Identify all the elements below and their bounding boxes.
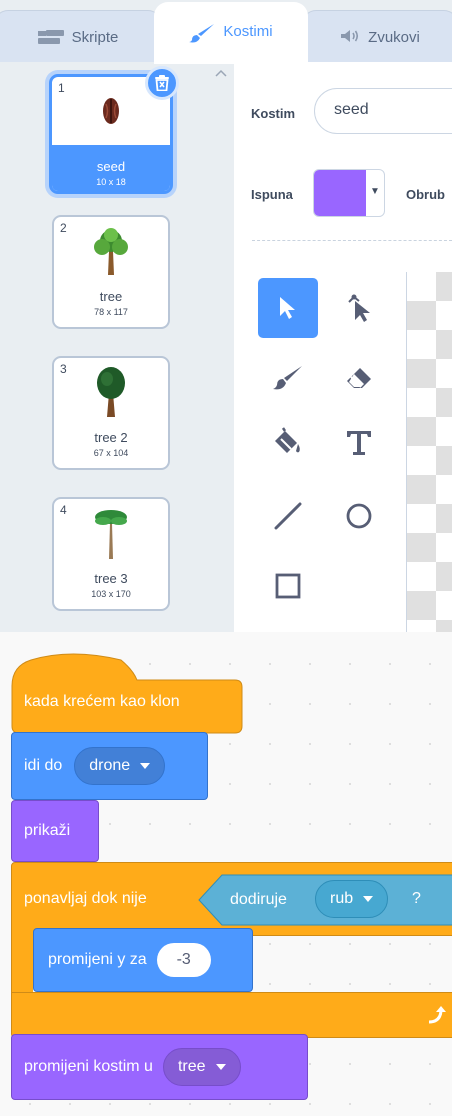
fill-color-swatch <box>314 170 366 216</box>
tab-bar: Skripte Zvukovi Kostimi <box>0 0 452 66</box>
line-tool-button[interactable] <box>258 486 318 546</box>
speaker-icon <box>340 29 360 47</box>
costume-number: 2 <box>60 221 67 235</box>
dropdown-arrow-icon <box>140 763 151 769</box>
costume-thumbnail <box>54 499 168 567</box>
brush-tool-button[interactable] <box>258 348 318 408</box>
paint-bucket-icon <box>275 427 300 453</box>
tab-sounds[interactable]: Zvukovi <box>302 10 452 66</box>
fill-color-picker[interactable]: ▼ <box>313 169 385 217</box>
touching-target: rub <box>330 890 354 907</box>
trash-icon <box>155 75 169 91</box>
script-area: kada krećem kao klon idi do drone prikaž… <box>0 632 452 1116</box>
go-to-label: idi do <box>24 757 63 774</box>
loop-arrow-icon <box>428 1006 446 1024</box>
scroll-up-icon[interactable] <box>215 66 227 77</box>
tree-2-image <box>97 367 125 417</box>
brush-icon <box>189 23 215 47</box>
change-y-input[interactable]: -3 <box>156 943 211 977</box>
costume-name-label: Kostim <box>251 106 296 121</box>
costume-list: 1 seed 10 x 18 2 tree 78 x 117 3 tree 2 … <box>0 62 208 632</box>
repeat-until-bottom <box>11 992 452 1038</box>
costume-name-input[interactable]: seed <box>314 88 452 134</box>
switch-costume-label: promijeni kostim u <box>24 1058 153 1075</box>
rectangle-tool-button[interactable] <box>258 556 318 616</box>
circle-icon <box>346 503 372 529</box>
costume-editor-panel: Skripte Zvukovi Kostimi 1 seed 10 x 18 2… <box>0 0 452 632</box>
costume-size: 78 x 117 <box>94 307 128 317</box>
costume-name: tree 3 <box>94 571 128 586</box>
costume-thumbnail <box>54 358 168 426</box>
hat-block-label: kada krećem kao klon <box>24 693 180 710</box>
costume-number: 4 <box>60 503 67 517</box>
dropdown-arrow-icon <box>215 1064 226 1070</box>
fill-label: Ispuna <box>251 187 293 202</box>
tree-3-image <box>95 510 127 559</box>
switch-costume-block[interactable]: promijeni kostim u tree <box>11 1034 308 1100</box>
show-label: prikaži <box>24 822 71 839</box>
costume-card-tree-2[interactable]: 3 tree 2 67 x 104 <box>52 356 170 470</box>
costume-number: 1 <box>58 81 65 95</box>
switch-costume-dropdown[interactable]: tree <box>162 1048 241 1086</box>
toolbar-divider <box>252 240 452 241</box>
delete-costume-button[interactable] <box>145 66 179 100</box>
question-mark: ? <box>412 890 421 907</box>
tab-scripts[interactable]: Skripte <box>0 10 162 66</box>
outline-label: Obrub <box>406 187 445 202</box>
repeat-until-label: ponavljaj dok nije <box>24 890 147 907</box>
go-to-block[interactable]: idi do drone <box>11 732 208 800</box>
chevron-down-icon: ▼ <box>370 186 380 197</box>
costume-size: 10 x 18 <box>96 177 126 187</box>
costume-name: tree 2 <box>94 430 128 445</box>
tab-scripts-label: Skripte <box>71 29 119 46</box>
fill-tool-button[interactable] <box>258 412 318 472</box>
costume-number: 3 <box>60 362 67 376</box>
touching-block[interactable]: dodiruje <box>230 886 287 914</box>
line-icon <box>274 502 302 530</box>
reshape-icon <box>348 294 370 322</box>
switch-costume-target: tree <box>177 1058 206 1075</box>
when-i-start-as-clone-block[interactable]: kada krećem kao klon <box>24 690 180 714</box>
rectangle-icon <box>275 573 301 599</box>
paint-editor: Kostim seed Ispuna ▼ Obrub <box>234 62 452 632</box>
touching-question-mark: ? <box>412 886 421 912</box>
code-icon <box>37 29 64 49</box>
costume-name: seed <box>96 159 126 174</box>
text-tool-button[interactable] <box>329 412 389 472</box>
costume-name: tree <box>99 289 123 304</box>
go-to-target-dropdown[interactable]: drone <box>74 747 166 785</box>
show-block[interactable]: prikaži <box>11 800 99 862</box>
tree-image <box>94 228 128 275</box>
costume-size: 67 x 104 <box>93 448 129 458</box>
dropdown-arrow-icon <box>363 896 374 902</box>
tab-costumes[interactable]: Kostimi <box>154 2 308 64</box>
paint-canvas[interactable] <box>406 272 452 632</box>
change-y-label: promijeni y za <box>48 951 147 968</box>
arrow-select-icon <box>280 297 295 319</box>
eraser-tool-button[interactable] <box>329 348 389 408</box>
repeat-until-label-wrap: ponavljaj dok nije <box>24 886 147 912</box>
reshape-tool-button[interactable] <box>329 278 389 338</box>
costume-card-tree[interactable]: 2 tree 78 x 117 <box>52 215 170 329</box>
circle-tool-button[interactable] <box>329 486 389 546</box>
touching-label: dodiruje <box>230 891 287 908</box>
text-icon <box>347 431 371 455</box>
costume-list-scrollbar[interactable] <box>208 62 234 632</box>
costume-card-tree-3[interactable]: 4 tree 3 103 x 170 <box>52 497 170 611</box>
tab-costumes-label: Kostimi <box>223 23 273 40</box>
costume-thumbnail <box>54 217 168 285</box>
seed-image <box>103 98 119 124</box>
tab-sounds-label: Zvukovi <box>368 29 420 46</box>
go-to-target: drone <box>89 757 131 774</box>
costume-size: 103 x 170 <box>91 589 131 599</box>
brush-icon <box>273 366 302 390</box>
touching-target-dropdown[interactable]: rub <box>315 880 389 918</box>
change-y-block[interactable]: promijeni y za -3 <box>33 928 253 992</box>
eraser-icon <box>347 368 371 388</box>
select-tool-button[interactable] <box>258 278 318 338</box>
